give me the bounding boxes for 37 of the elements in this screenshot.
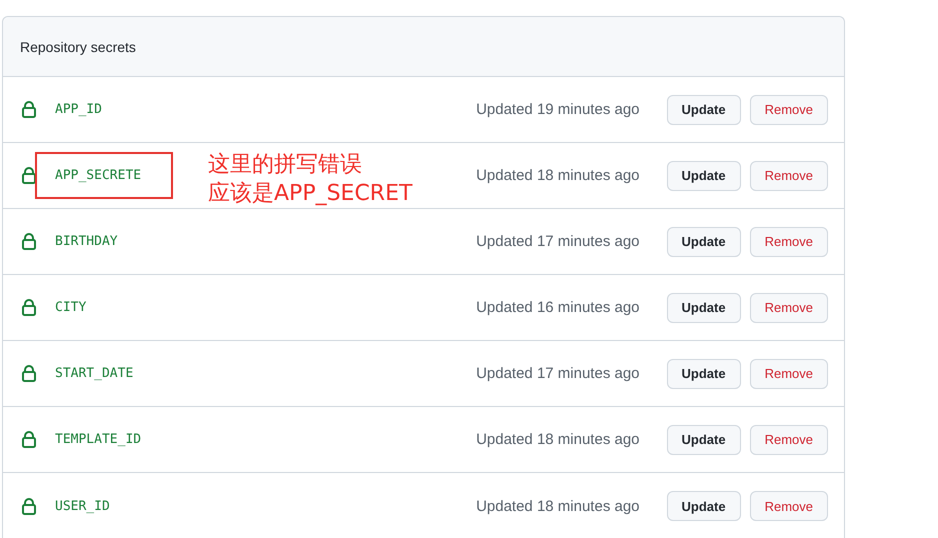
- updated-time: Updated 17 minutes ago: [476, 365, 640, 382]
- secret-name: APP_ID: [55, 102, 102, 117]
- secret-name: CITY: [55, 300, 86, 315]
- lock-icon: [22, 101, 36, 118]
- lock-icon: [22, 365, 36, 382]
- updated-time: Updated 18 minutes ago: [476, 431, 640, 448]
- lock-icon: [22, 498, 36, 514]
- annotation-note: 这里的拼写错误 应该是APP_SECRET: [208, 151, 412, 208]
- remove-button[interactable]: Remove: [750, 226, 828, 256]
- secret-name: TEMPLATE_ID: [55, 432, 142, 447]
- updated-time: Updated 17 minutes ago: [476, 233, 640, 250]
- updated-time: Updated 18 minutes ago: [476, 498, 640, 514]
- update-button[interactable]: Update: [666, 424, 741, 454]
- lock-icon: [22, 299, 36, 316]
- secret-name: USER_ID: [55, 498, 110, 514]
- remove-button[interactable]: Remove: [750, 94, 828, 124]
- secret-name: START_DATE: [55, 366, 134, 381]
- secret-name: APP_SECRETE: [37, 154, 172, 197]
- remove-button[interactable]: Remove: [750, 358, 828, 388]
- lock-icon: [22, 167, 36, 184]
- remove-button[interactable]: Remove: [750, 292, 828, 322]
- update-button[interactable]: Update: [666, 160, 741, 190]
- panel-title: Repository secrets: [20, 38, 136, 54]
- update-button[interactable]: Update: [666, 226, 741, 256]
- update-button[interactable]: Update: [666, 94, 741, 124]
- updated-time: Updated 18 minutes ago: [476, 167, 640, 184]
- secret-name: BIRTHDAY: [55, 234, 118, 249]
- updated-time: Updated 19 minutes ago: [476, 101, 640, 118]
- remove-button[interactable]: Remove: [750, 491, 828, 521]
- updated-time: Updated 16 minutes ago: [476, 299, 640, 316]
- remove-button[interactable]: Remove: [750, 160, 828, 190]
- lock-icon: [22, 233, 36, 250]
- update-button[interactable]: Update: [666, 358, 741, 388]
- update-button[interactable]: Update: [666, 292, 741, 322]
- remove-button[interactable]: Remove: [750, 424, 828, 454]
- update-button[interactable]: Update: [666, 491, 741, 521]
- lock-icon: [22, 431, 36, 448]
